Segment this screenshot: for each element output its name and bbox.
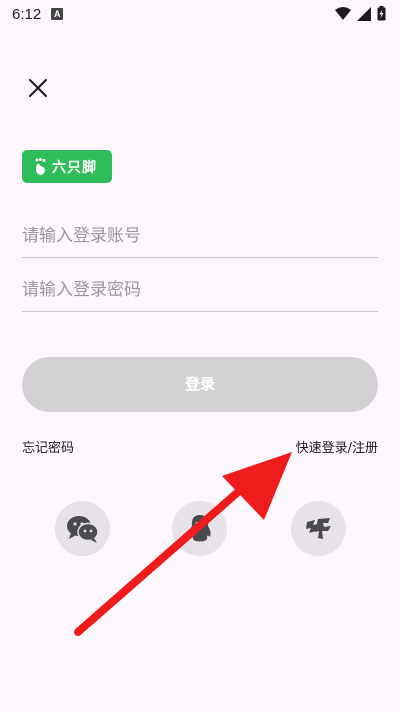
notification-badge-icon: A bbox=[51, 8, 64, 20]
weibo-icon bbox=[305, 517, 331, 539]
cellular-signal-icon bbox=[357, 6, 371, 21]
weibo-login-button[interactable] bbox=[291, 501, 346, 556]
close-icon[interactable] bbox=[26, 76, 50, 100]
login-button[interactable]: 登录 bbox=[22, 357, 378, 412]
footprint-icon bbox=[35, 157, 46, 175]
qq-login-button[interactable] bbox=[172, 501, 227, 556]
account-input[interactable] bbox=[22, 225, 378, 246]
status-time: 6:12 bbox=[12, 5, 42, 23]
quick-login-register-link[interactable]: 快速登录/注册 bbox=[296, 437, 378, 456]
wechat-icon bbox=[66, 515, 99, 543]
forgot-password-link[interactable]: 忘记密码 bbox=[22, 437, 74, 456]
password-input[interactable] bbox=[22, 279, 378, 300]
account-field[interactable] bbox=[22, 214, 378, 258]
qq-icon bbox=[188, 514, 211, 541]
logo-text: 六只脚 bbox=[52, 159, 97, 176]
wifi-icon bbox=[335, 7, 351, 20]
app-logo: 六只脚 bbox=[22, 150, 112, 183]
status-icons bbox=[335, 6, 386, 21]
status-bar: 6:12 A bbox=[0, 0, 400, 28]
wechat-login-button[interactable] bbox=[55, 501, 110, 556]
password-field[interactable] bbox=[22, 268, 378, 312]
annotation-arrow bbox=[74, 452, 292, 636]
battery-charging-icon bbox=[377, 6, 386, 21]
